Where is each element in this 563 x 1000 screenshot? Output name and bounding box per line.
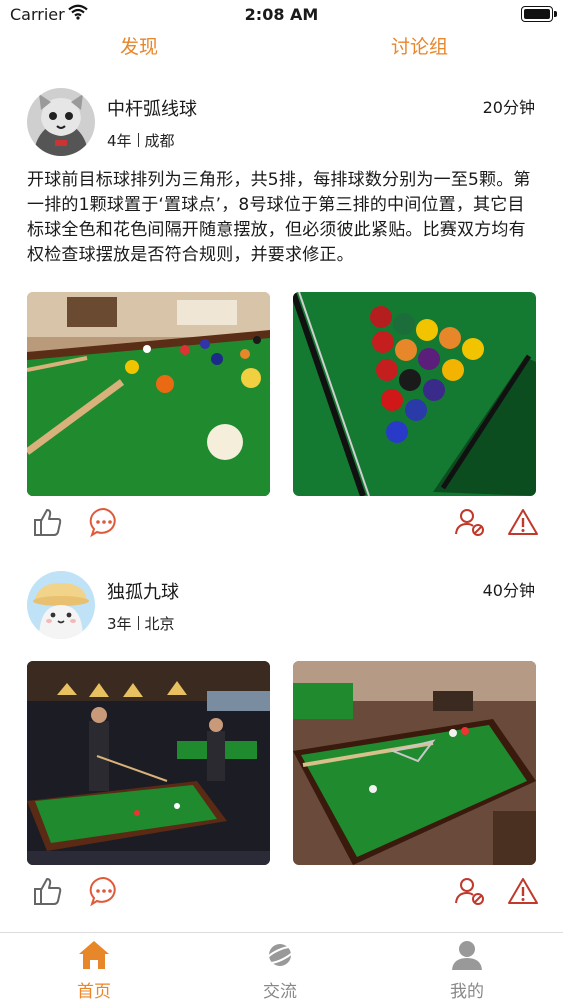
tab-chat-label: 交流 — [263, 982, 297, 1000]
post-text: 开球前目标球排列为三角形，共5排，每排球数分别为一至5颗。第一排的1颗球置于‘置… — [27, 170, 531, 265]
top-tabs: 发现 讨论组 — [0, 32, 563, 64]
home-icon — [79, 941, 109, 969]
tab-me[interactable]: 我的 — [427, 939, 507, 1000]
post-photo[interactable] — [293, 292, 536, 496]
bottom-tab-bar: 首页 交流 我的 — [0, 932, 563, 1000]
block-user-icon[interactable] — [454, 875, 486, 907]
report-warning-icon[interactable] — [507, 506, 539, 538]
avatar[interactable] — [27, 571, 95, 639]
battery-icon — [521, 6, 557, 22]
tab-chat[interactable]: 交流 — [240, 939, 320, 1000]
post-city: 北京 — [144, 615, 175, 633]
post-photo[interactable] — [27, 292, 270, 496]
like-icon[interactable] — [32, 506, 64, 538]
tab-discussion-group[interactable]: 讨论组 — [391, 32, 448, 59]
comment-icon[interactable] — [88, 875, 120, 907]
planet-icon — [264, 944, 296, 966]
post-years: 3年 — [107, 615, 132, 633]
post-time: 20分钟 — [482, 98, 535, 117]
meta-divider — [137, 133, 139, 147]
post-meta: 4年 成都 — [107, 130, 175, 151]
post-photo[interactable] — [27, 661, 270, 865]
block-user-icon[interactable] — [454, 506, 486, 538]
comment-icon[interactable] — [88, 506, 120, 538]
avatar[interactable] — [27, 88, 95, 156]
like-icon[interactable] — [32, 875, 64, 907]
post-username[interactable]: 独孤九球 — [107, 578, 179, 604]
meta-divider — [137, 616, 139, 630]
report-warning-icon[interactable] — [507, 875, 539, 907]
tab-home-label: 首页 — [77, 982, 111, 1000]
post-username[interactable]: 中杆弧线球 — [107, 95, 197, 121]
post-photo[interactable] — [293, 661, 536, 865]
user-icon — [452, 941, 482, 970]
post-years: 4年 — [107, 132, 132, 150]
clock: 2:08 AM — [244, 5, 319, 24]
tab-home[interactable]: 首页 — [54, 939, 134, 1000]
tab-discover[interactable]: 发现 — [120, 32, 158, 59]
status-bar: Carrier 2:08 AM — [0, 0, 563, 30]
tab-me-label: 我的 — [450, 982, 484, 1000]
post-time: 40分钟 — [482, 581, 535, 600]
post-meta: 3年 北京 — [107, 613, 175, 634]
post-city: 成都 — [144, 132, 175, 150]
